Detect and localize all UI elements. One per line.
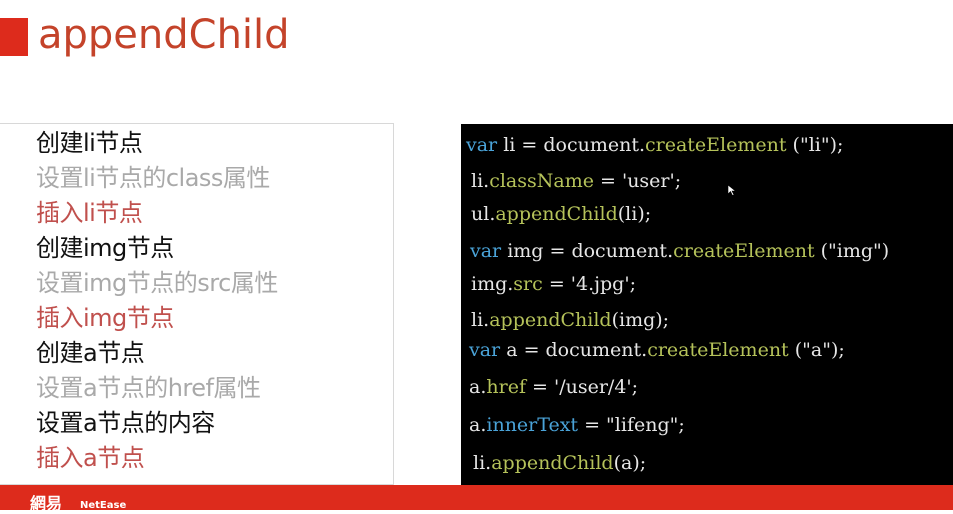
code-token: li.: [471, 309, 490, 331]
step-item: 创建a节点: [36, 339, 145, 367]
code-token: appendChild: [491, 452, 614, 474]
code-token: li = document.: [497, 134, 645, 156]
footer-logo: 網易: [30, 494, 63, 513]
code-token: className: [489, 170, 594, 192]
step-item: 设置li节点的class属性: [36, 164, 270, 192]
code-token: (li);: [617, 203, 652, 225]
code-token: ("img"): [814, 240, 890, 262]
code-token: ("li");: [786, 134, 844, 156]
code-token: src: [513, 273, 543, 295]
step-item: 创建li节点: [36, 129, 143, 157]
code-line: a.href = '/user/4';: [469, 375, 638, 399]
code-token: img = document.: [501, 240, 674, 262]
code-line: a.innerText = "lifeng";: [469, 413, 685, 437]
step-item: 设置img节点的src属性: [36, 269, 278, 297]
code-token: innerText: [486, 414, 579, 436]
code-token: createElement: [647, 339, 789, 361]
code-line: img.src = '4.jpg';: [471, 272, 636, 296]
code-token: li.: [471, 170, 490, 192]
code-line: li.appendChild(a);: [473, 451, 646, 475]
step-item: 设置a节点的内容: [36, 409, 215, 437]
code-line: var li = document.createElement ("li");: [466, 133, 843, 157]
code-line: var img = document.createElement ("img"): [470, 239, 889, 263]
code-token: appendChild: [489, 309, 612, 331]
code-token: var: [470, 240, 502, 262]
code-token: (a);: [613, 452, 647, 474]
code-token: li.: [473, 452, 492, 474]
step-item: 插入a节点: [36, 444, 145, 472]
code-token: createElement: [673, 240, 815, 262]
footer-bar: 網易 NetEase: [0, 485, 953, 513]
code-token: ul.: [471, 203, 496, 225]
code-line: li.className = 'user';: [471, 169, 681, 193]
code-token: = "lifeng";: [578, 414, 685, 436]
code-token: appendChild: [495, 203, 618, 225]
step-item: 插入img节点: [36, 304, 174, 332]
title-accent-block: [0, 18, 28, 56]
code-token: a.: [469, 376, 487, 398]
code-token: href: [486, 376, 526, 398]
code-token: createElement: [645, 134, 787, 156]
step-item: 设置a节点的href属性: [36, 374, 261, 402]
code-token: = 'user';: [593, 170, 682, 192]
code-token: a = document.: [500, 339, 648, 361]
code-token: var: [469, 339, 501, 361]
code-line: var a = document.createElement ("a");: [469, 338, 845, 362]
code-token: (img);: [611, 309, 670, 331]
step-item: 创建img节点: [36, 234, 174, 262]
step-item: 插入li节点: [36, 199, 143, 227]
code-line: li.appendChild(img);: [471, 308, 669, 332]
code-panel: var li = document.createElement ("li"); l…: [461, 124, 953, 485]
footer-logo-en: NetEase: [80, 500, 127, 511]
code-token: = '4.jpg';: [542, 273, 636, 295]
slide-title: appendChild: [38, 12, 290, 58]
code-line: ul.appendChild(li);: [471, 202, 651, 226]
code-token: var: [466, 134, 498, 156]
code-token: ("a");: [788, 339, 845, 361]
mouse-cursor-icon: [728, 185, 736, 196]
code-token: a.: [469, 414, 487, 436]
code-token: img.: [471, 273, 514, 295]
code-token: = '/user/4';: [525, 376, 639, 398]
